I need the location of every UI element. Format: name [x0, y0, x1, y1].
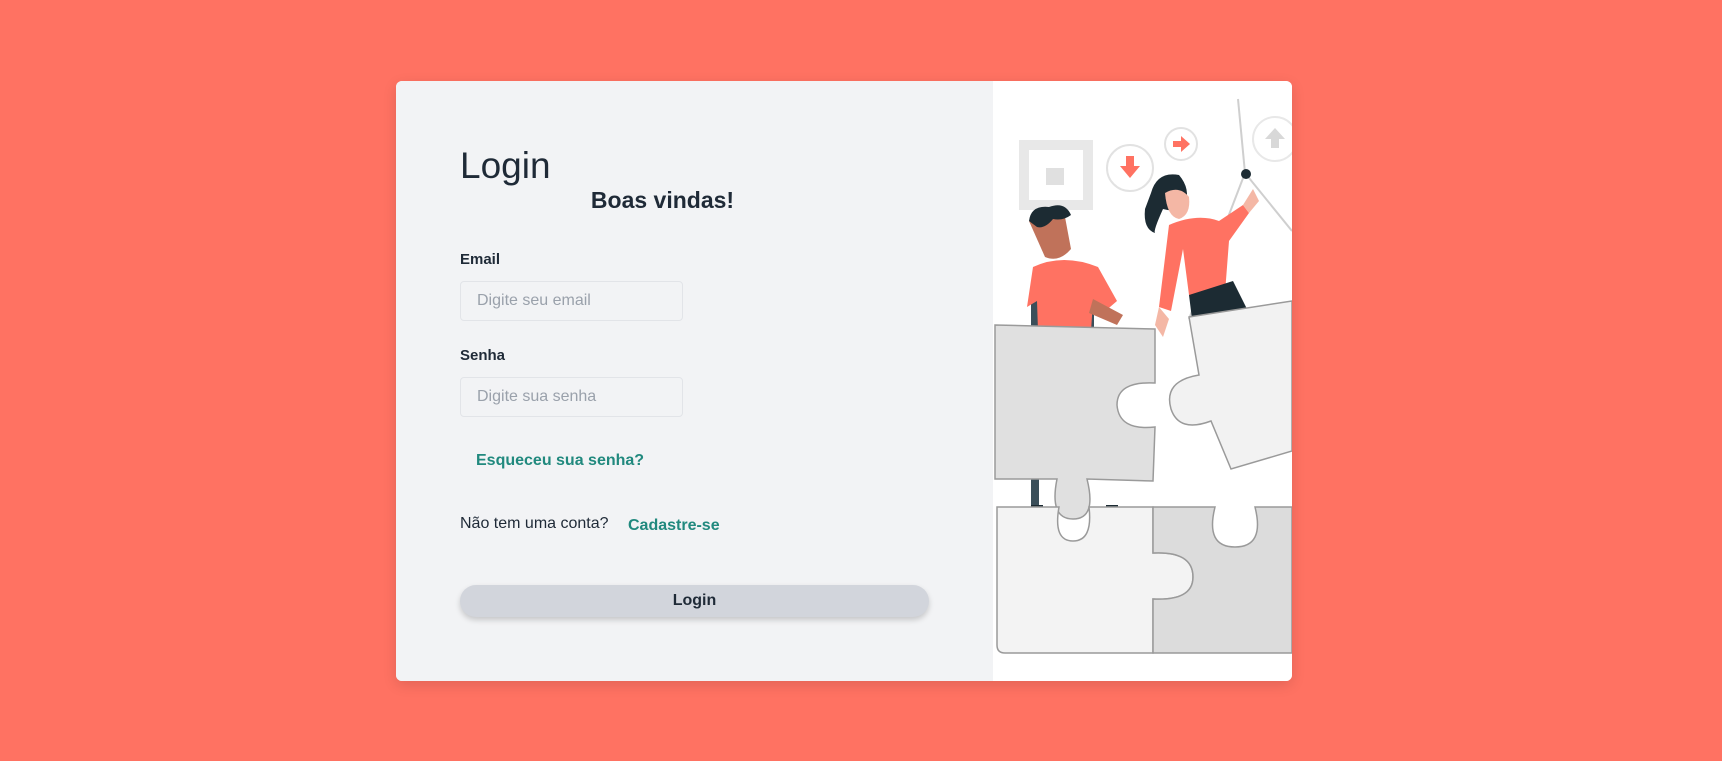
password-label: Senha: [460, 347, 506, 364]
login-card: Login Boas vindas! Email Senha Esqueceu …: [396, 81, 1292, 681]
signup-link[interactable]: Cadastre-se: [628, 517, 720, 535]
puzzle-piece-light: [1168, 300, 1292, 470]
page-title: Login: [460, 145, 551, 186]
password-field[interactable]: [460, 377, 683, 417]
forgot-password-link[interactable]: Esqueceu sua senha?: [476, 452, 644, 470]
illustration-panel: [993, 81, 1292, 681]
puzzle-piece-gray: [994, 324, 1156, 520]
arrow-up-bubble-icon: [1252, 116, 1292, 162]
square-frame-icon: [1019, 140, 1093, 210]
puzzle-illustration: [994, 98, 1292, 654]
no-account-text: Não tem uma conta?: [460, 515, 609, 532]
email-field[interactable]: [460, 281, 683, 321]
welcome-heading: Boas vindas!: [590, 187, 735, 213]
arrow-down-bubble-icon: [1106, 144, 1154, 192]
arrow-right-bubble-icon: [1164, 127, 1198, 161]
email-label: Email: [460, 251, 501, 268]
login-button[interactable]: Login: [460, 585, 929, 617]
login-form-panel: Login Boas vindas! Email Senha Esqueceu …: [396, 81, 993, 681]
